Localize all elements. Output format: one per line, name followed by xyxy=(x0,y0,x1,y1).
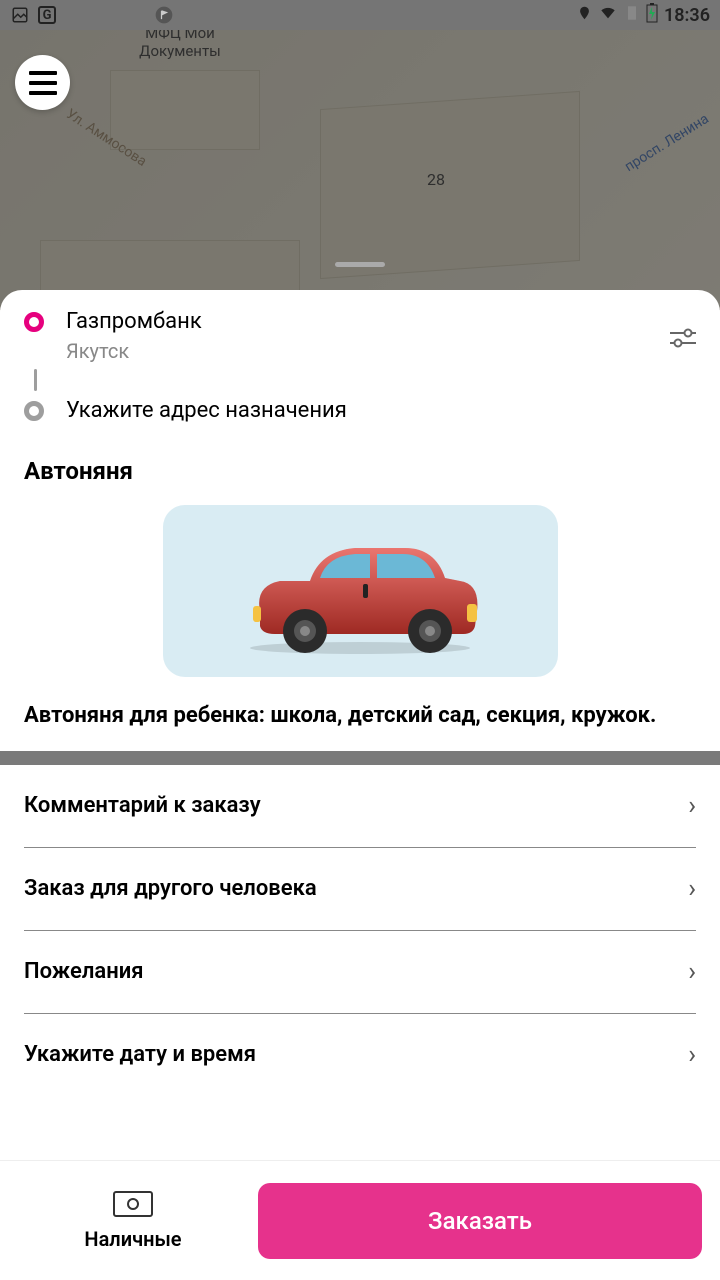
bottom-bar: Наличные Заказать xyxy=(0,1160,720,1280)
option-label: Укажите дату и время xyxy=(24,1042,256,1067)
filter-icon[interactable] xyxy=(670,328,696,352)
pickup-marker-icon xyxy=(24,312,46,334)
dropoff-marker-icon xyxy=(24,401,46,423)
sd-icon xyxy=(624,4,640,27)
status-time: 18:36 xyxy=(664,5,710,26)
option-label: Заказ для другого человека xyxy=(24,876,317,901)
location-icon xyxy=(577,4,592,27)
sheet-drag-handle[interactable] xyxy=(335,262,385,267)
status-right: 18:36 xyxy=(577,3,710,28)
chevron-right-icon: › xyxy=(688,957,696,987)
payment-method-button[interactable]: Наличные xyxy=(18,1191,248,1251)
flag-icon xyxy=(154,5,174,25)
service-illustration[interactable] xyxy=(163,505,558,677)
section-divider xyxy=(0,751,720,765)
battery-icon xyxy=(646,3,658,28)
dropoff-address-row[interactable]: Укажите адрес назначения xyxy=(24,397,696,426)
map-overlay xyxy=(0,30,720,310)
option-other-person[interactable]: Заказ для другого человека › xyxy=(24,848,696,931)
chevron-right-icon: › xyxy=(688,874,696,904)
option-datetime[interactable]: Укажите дату и время › xyxy=(24,1014,696,1096)
address-connector xyxy=(24,363,696,397)
service-description: Автоняня для ребенка: школа, детский сад… xyxy=(0,677,720,751)
map-background[interactable]: МФЦ Мои Документы 28 Ул. Аммосова просп.… xyxy=(0,30,720,310)
hamburger-icon xyxy=(29,71,57,75)
order-options: Комментарий к заказу › Заказ для другого… xyxy=(0,765,720,1096)
pickup-city: Якутск xyxy=(66,339,696,363)
order-sheet: Газпромбанк Якутск Укажите адрес назначе… xyxy=(0,290,720,1280)
order-button[interactable]: Заказать xyxy=(258,1183,702,1259)
order-button-label: Заказать xyxy=(428,1207,532,1235)
dropoff-placeholder: Укажите адрес назначения xyxy=(66,397,696,426)
image-icon xyxy=(10,5,30,25)
cash-icon xyxy=(113,1191,153,1221)
pickup-address-row[interactable]: Газпромбанк Якутск xyxy=(24,308,696,363)
service-name: Автоняня xyxy=(0,435,720,495)
option-comment[interactable]: Комментарий к заказу › xyxy=(24,765,696,848)
wifi-icon xyxy=(598,5,618,26)
address-block: Газпромбанк Якутск Укажите адрес назначе… xyxy=(0,290,720,435)
g-icon: G xyxy=(38,6,56,24)
payment-method-label: Наличные xyxy=(84,1227,181,1251)
status-left: G xyxy=(10,5,174,25)
status-bar: G 18:36 xyxy=(0,0,720,30)
chevron-right-icon: › xyxy=(688,791,696,821)
menu-button[interactable] xyxy=(15,55,70,110)
pickup-title: Газпромбанк xyxy=(66,308,696,337)
option-label: Пожелания xyxy=(24,959,143,984)
car-icon xyxy=(235,526,485,656)
chevron-right-icon: › xyxy=(688,1040,696,1070)
option-wishes[interactable]: Пожелания › xyxy=(24,931,696,1014)
option-label: Комментарий к заказу xyxy=(24,793,261,818)
